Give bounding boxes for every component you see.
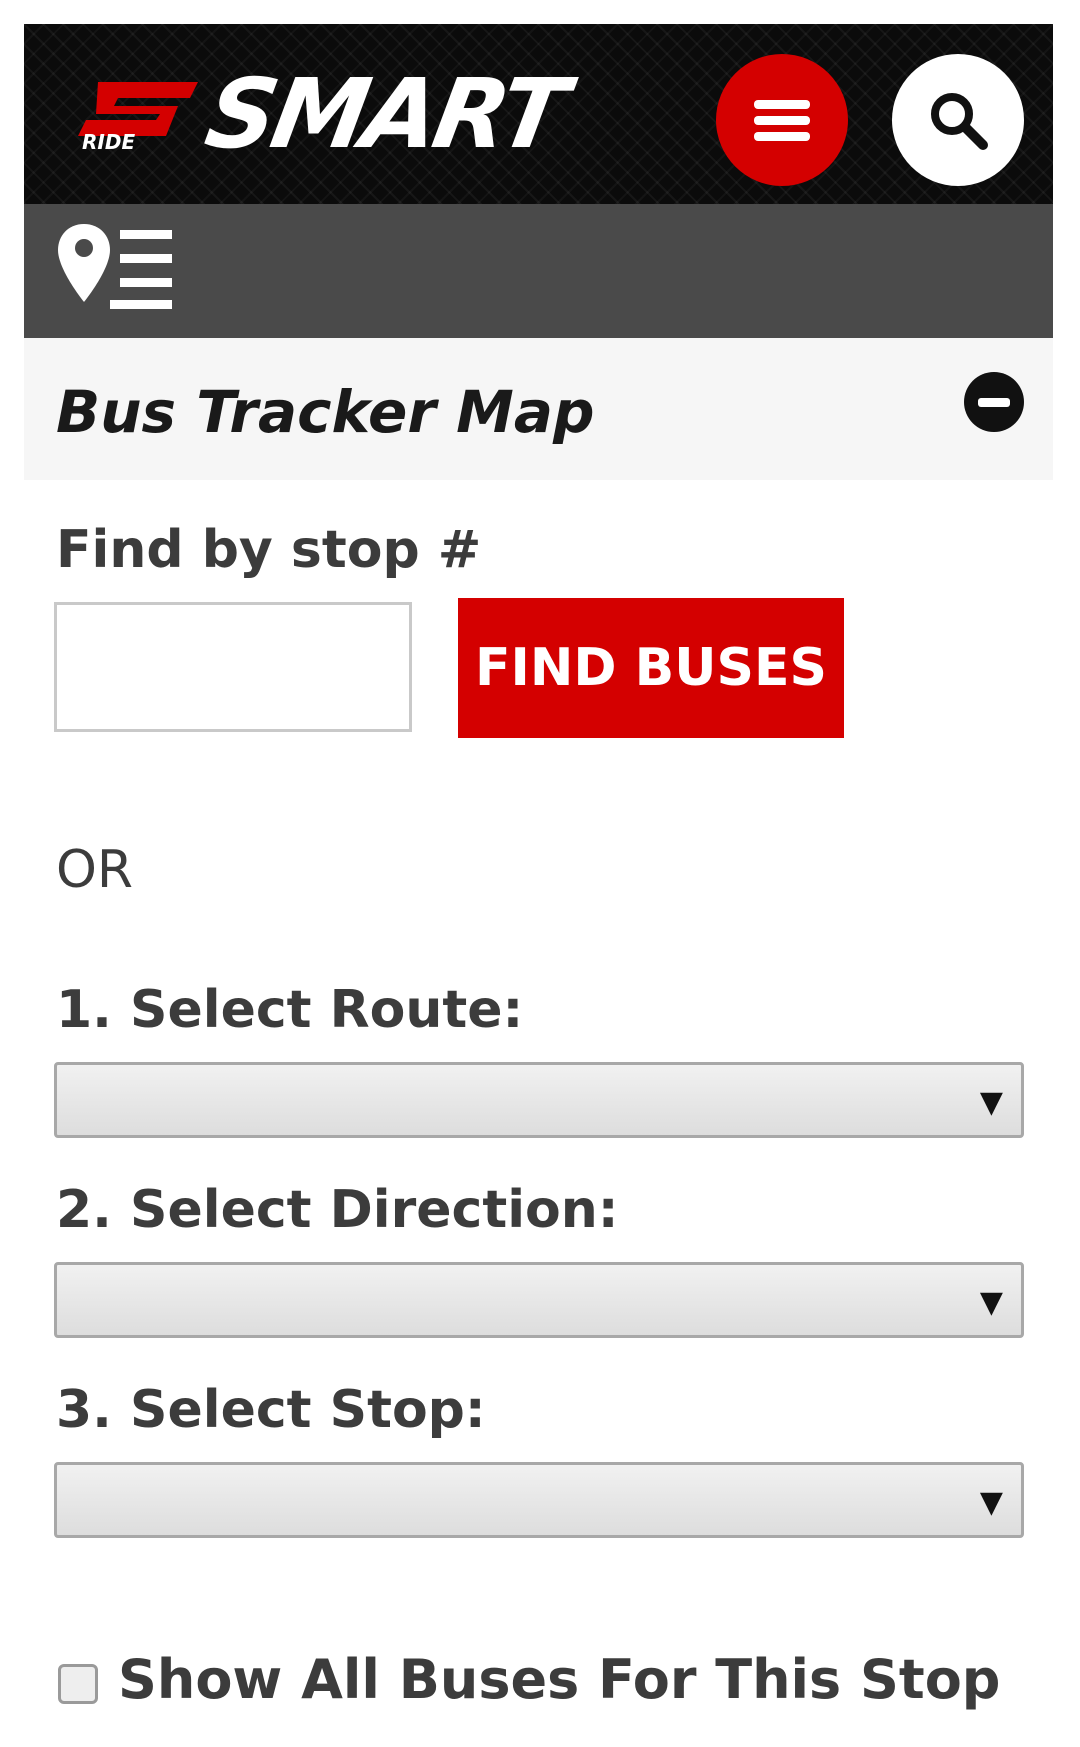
find-buses-button[interactable]: FIND BUSES [458,598,844,738]
direction-label: 2. Select Direction: [56,1180,619,1240]
chevron-down-icon: ▼ [979,1285,1003,1320]
logo-wordmark: SMART [198,58,572,170]
or-separator: OR [56,840,134,900]
show-all-buses-label[interactable]: Show All Buses For This Stop [118,1648,1000,1711]
stop-select-label: 3. Select Stop: [56,1380,486,1440]
route-label: 1. Select Route: [56,980,524,1040]
search-button[interactable] [892,54,1024,186]
smart-logo[interactable]: RIDE SMART [78,58,598,170]
stop-select[interactable]: ▼ [54,1462,1024,1538]
site-header: RIDE SMART [24,24,1053,204]
stop-number-label: Find by stop # [56,520,482,580]
secondary-nav-bar [24,204,1053,338]
location-list-icon[interactable] [54,218,184,318]
search-icon [931,93,988,150]
panel-header[interactable]: Bus Tracker Map [24,338,1053,480]
page-frame: RIDE SMART Bus Tracker Map Find by stop … [24,24,1053,1730]
show-all-buses-checkbox[interactable] [58,1664,98,1704]
page-title: Bus Tracker Map [56,378,595,446]
chevron-down-icon: ▼ [979,1085,1003,1120]
menu-button[interactable] [716,54,848,186]
collapse-minus-icon[interactable] [964,372,1024,432]
route-select[interactable]: ▼ [54,1062,1024,1138]
logo-ride-text: RIDE [82,130,136,154]
hamburger-icon [754,93,810,148]
direction-select[interactable]: ▼ [54,1262,1024,1338]
bus-tracker-form: Find by stop # FIND BUSES OR 1. Select R… [24,480,1053,1730]
chevron-down-icon: ▼ [979,1485,1003,1520]
stop-number-input[interactable] [54,602,412,732]
